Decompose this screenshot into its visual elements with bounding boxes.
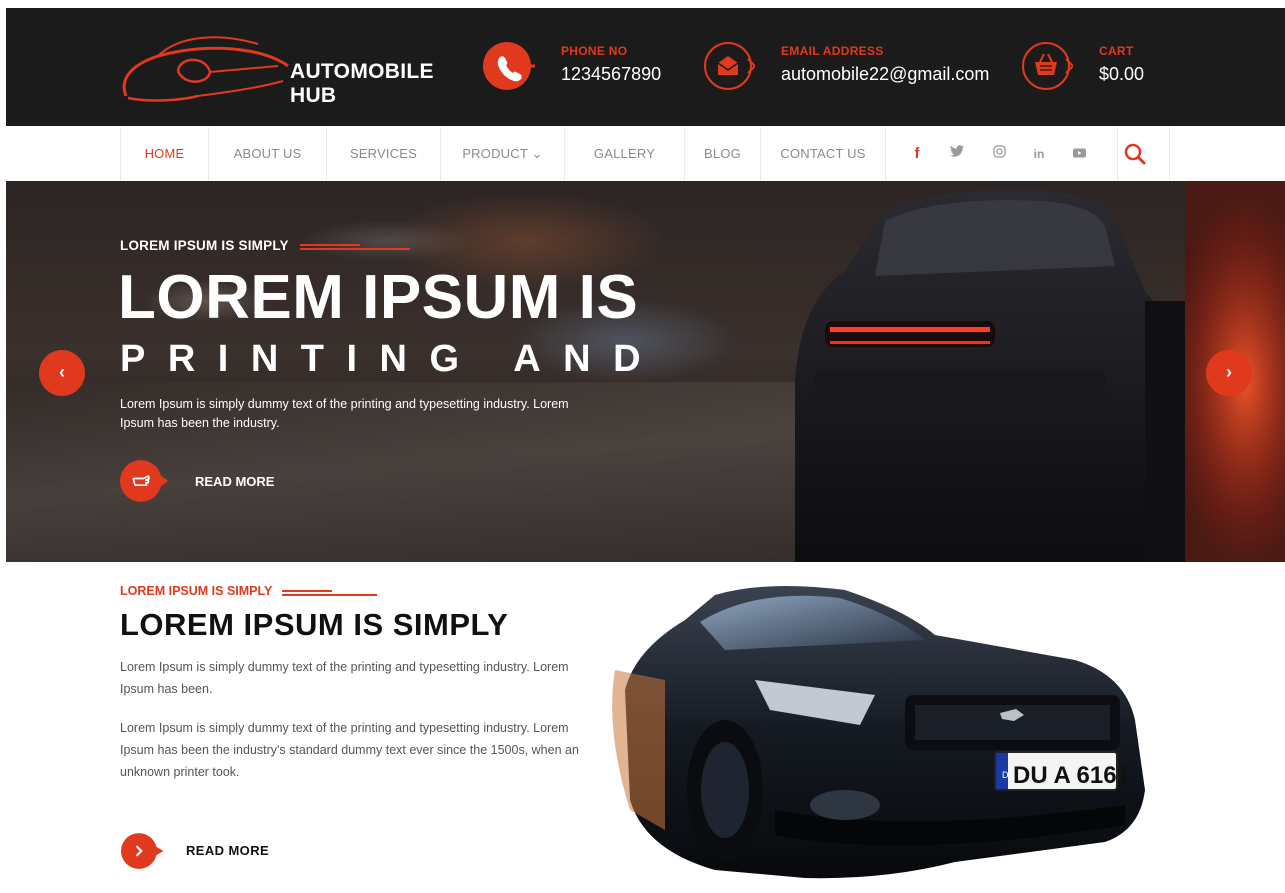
email-info[interactable]: EMAIL ADDRESS automobile22@gmail.com — [701, 34, 1011, 104]
hero-slider: LOREM IPSUM IS SIMPLY LOREM IPSUM IS PRI… — [6, 181, 1285, 562]
top-header: AUTOMOBILE HUB PHONE NO 1234567890 EMAIL… — [6, 8, 1285, 126]
hero-read-more-label: READ MORE — [195, 474, 275, 489]
phone-number[interactable]: 1234567890 — [561, 64, 661, 85]
nav-item-product-dropdown[interactable]: PRODUCT ⌄ — [441, 127, 565, 181]
phone-label: PHONE NO — [561, 44, 628, 58]
nav-item-blog[interactable]: BLOG — [685, 127, 761, 181]
slider-next-button[interactable]: › — [1206, 350, 1252, 396]
envelope-icon — [704, 42, 755, 90]
about-read-more-label: READ MORE — [186, 843, 270, 858]
nav-item-gallery[interactable]: GALLERY — [565, 127, 685, 181]
phone-icon — [483, 42, 535, 90]
about-paragraph-1: Lorem Ipsum is simply dummy text of the … — [120, 660, 569, 696]
hand-pointer-icon — [120, 460, 169, 502]
hero-subtitle-underline — [300, 244, 410, 250]
about-subtitle: LOREM IPSUM IS SIMPLY — [120, 584, 273, 598]
nav-item-contact-us[interactable]: CONTACT US — [761, 127, 886, 181]
hero-title: LOREM IPSUM IS — [118, 263, 639, 332]
slider-prev-button[interactable]: ‹ — [39, 350, 85, 396]
hero-title-secondary: PRINTING AND — [120, 338, 664, 380]
instagram-icon[interactable] — [990, 145, 1008, 163]
hero-description: Lorem Ipsum is simply dummy text of the … — [120, 397, 569, 430]
chevron-right-icon — [121, 833, 164, 869]
youtube-icon[interactable] — [1070, 145, 1088, 163]
logo-text: AUTOMOBILE HUB — [290, 60, 434, 107]
email-label: EMAIL ADDRESS — [781, 44, 884, 58]
nav-item-services[interactable]: SERVICES — [327, 127, 441, 181]
email-address[interactable]: automobile22@gmail.com — [781, 64, 989, 85]
twitter-icon[interactable] — [948, 145, 966, 163]
hero-read-more-button[interactable]: READ MORE — [120, 456, 320, 506]
social-links: f in — [886, 127, 1118, 181]
search-icon[interactable] — [1121, 141, 1151, 167]
nav-item-home[interactable]: HOME — [121, 127, 209, 181]
about-subtitle-underline — [282, 590, 377, 596]
cart-info[interactable]: CART $0.00 — [1019, 34, 1189, 104]
nav-item-about-us[interactable]: ABOUT US — [209, 127, 327, 181]
plate-country: D — [1002, 770, 1009, 780]
about-paragraph-2: Lorem Ipsum is simply dummy text of the … — [120, 721, 579, 779]
facebook-icon[interactable]: f — [908, 145, 926, 163]
about-title: LOREM IPSUM IS SIMPLY — [120, 607, 509, 642]
cart-label: CART — [1099, 44, 1134, 58]
mustang-car-image: D DU A 6161 — [612, 586, 1145, 879]
logo[interactable]: AUTOMOBILE HUB — [118, 26, 478, 112]
hero-subtitle: LOREM IPSUM IS SIMPLY — [120, 238, 289, 253]
main-navigation: HOME ABOUT US SERVICES PRODUCT ⌄ GALLERY… — [120, 127, 1170, 181]
car-outline-logo-icon — [122, 36, 289, 102]
basket-icon — [1022, 42, 1073, 90]
license-plate-text: DU A 6161 — [1013, 762, 1130, 789]
about-read-more-button[interactable]: READ MORE — [121, 829, 321, 873]
phone-info[interactable]: PHONE NO 1234567890 — [481, 34, 681, 104]
cart-total: $0.00 — [1099, 64, 1145, 84]
linkedin-icon[interactable]: in — [1030, 145, 1048, 163]
